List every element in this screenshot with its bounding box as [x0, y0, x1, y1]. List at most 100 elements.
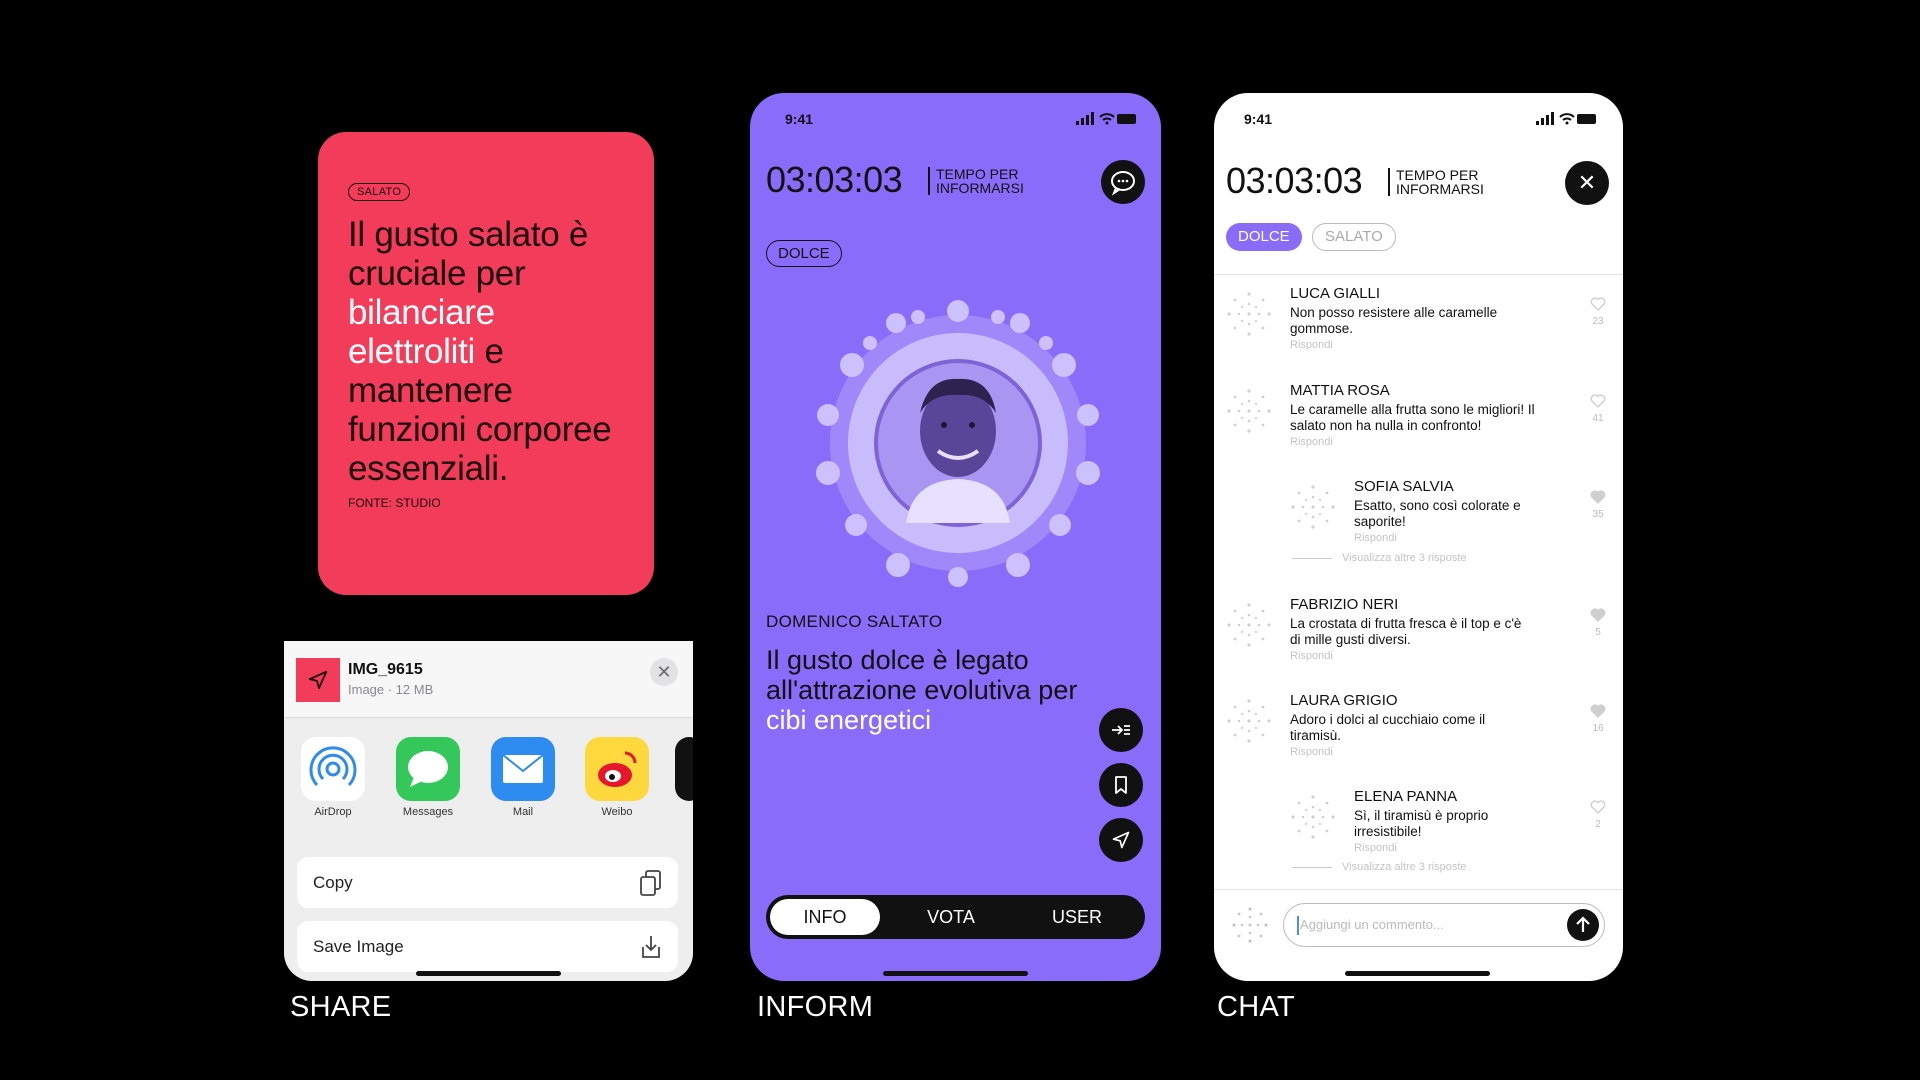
share-apps-row: AirDrop Messages Mail Weibo	[284, 737, 693, 818]
more-replies-link[interactable]: Visualizza altre 3 risposte	[1292, 552, 1467, 564]
share-app-mail[interactable]: Mail	[488, 737, 558, 818]
user-avatar	[1232, 907, 1268, 943]
like-button[interactable]: 35	[1589, 490, 1607, 520]
share-app-messages[interactable]: Messages	[393, 737, 463, 818]
input-divider	[1214, 889, 1623, 890]
tab-user[interactable]: USER	[1022, 895, 1132, 939]
commenter-avatar	[1224, 696, 1274, 746]
file-thumbnail	[296, 658, 340, 702]
share-sheet-header: IMG_9615 Image · 12 MB ✕	[284, 641, 693, 718]
commenter-avatar	[1224, 386, 1274, 436]
like-button[interactable]: 5	[1589, 608, 1607, 638]
like-button[interactable]: 16	[1589, 704, 1607, 734]
share-caption: SHARE	[290, 991, 392, 1023]
copy-action[interactable]: Copy	[297, 857, 678, 908]
comment-text: Esatto, sono così colorate e saporite!	[1354, 498, 1521, 529]
comment-input-box[interactable]	[1283, 903, 1605, 947]
expand-button[interactable]	[1099, 708, 1143, 752]
inform-phone: 9:41 03:03:03 TEMPO PERINFORMARSI DOLCE	[750, 93, 1161, 981]
file-name: IMG_9615	[348, 661, 423, 678]
speaker-statement: Il gusto dolce è legato all'attrazione e…	[766, 645, 1078, 735]
expand-list-icon	[1112, 725, 1130, 735]
send-icon	[1112, 831, 1130, 849]
close-icon[interactable]: ✕	[650, 658, 678, 686]
filter-divider	[1214, 274, 1623, 275]
share-app-weibo[interactable]: Weibo	[582, 737, 652, 818]
reply-link[interactable]: Rispondi	[1354, 532, 1397, 544]
mail-icon	[491, 737, 555, 801]
like-button[interactable]: 2	[1589, 800, 1607, 830]
send-icon	[308, 670, 328, 690]
like-count: 35	[1592, 509, 1604, 520]
heart-icon	[1590, 297, 1606, 311]
heart-icon	[1590, 704, 1606, 718]
comment-text: Non posso resistere alle caramelle gommos…	[1290, 305, 1498, 336]
messages-icon	[396, 737, 460, 801]
reply-link[interactable]: Rispondi	[1290, 746, 1333, 758]
commenter-name: ELENA PANNA	[1354, 788, 1458, 805]
chat-bubble-icon	[1111, 171, 1135, 196]
like-count: 41	[1592, 413, 1604, 424]
chat-caption: CHAT	[1217, 991, 1295, 1023]
commenter-name: MATTIA ROSA	[1290, 382, 1390, 399]
commenter-name: FABRIZIO NERI	[1290, 596, 1399, 613]
save-icon	[638, 933, 664, 966]
inform-caption: INFORM	[757, 991, 874, 1023]
heart-icon	[1590, 800, 1606, 814]
like-count: 5	[1595, 627, 1601, 638]
home-indicator	[416, 971, 561, 976]
commenter-avatar	[1288, 792, 1338, 842]
share-sheet: IMG_9615 Image · 12 MB ✕ AirDrop Message…	[284, 641, 693, 981]
share-button[interactable]	[1099, 818, 1143, 862]
filter-dolce[interactable]: DOLCE	[1226, 223, 1302, 251]
category-tag: DOLCE	[766, 240, 842, 267]
share-app-airdrop[interactable]: AirDrop	[298, 737, 368, 818]
speaker-name: DOMENICO SALTATO	[766, 612, 943, 631]
airdrop-icon	[301, 737, 365, 801]
like-button[interactable]: 41	[1589, 394, 1607, 424]
countdown-timer: 03:03:03	[766, 159, 903, 200]
heart-icon	[1590, 608, 1606, 622]
comment-text: La crostata di frutta fresca è il top e …	[1290, 616, 1522, 647]
status-time: 9:41	[1244, 111, 1273, 127]
category-tag: SALATO	[348, 183, 411, 201]
like-button[interactable]: 23	[1589, 297, 1607, 327]
arrow-up-icon	[1576, 916, 1590, 932]
more-replies-link[interactable]: Visualizza altre 3 risposte	[1292, 861, 1467, 873]
bookmark-button[interactable]	[1099, 763, 1143, 807]
chat-phone: 9:41 03:03:03 TEMPO PER INFORMARSI ✕ DOLC…	[1214, 93, 1623, 981]
commenter-name: SOFIA SALVIA	[1354, 478, 1454, 495]
send-button[interactable]	[1567, 909, 1599, 941]
tab-info[interactable]: INFO	[770, 899, 880, 935]
filter-salato[interactable]: SALATO	[1312, 223, 1396, 251]
reply-link[interactable]: Rispondi	[1290, 339, 1333, 351]
countdown-timer: 03:03:03	[1226, 160, 1363, 201]
commenter-name: LUCA GIALLI	[1290, 285, 1381, 302]
quote-source: FONTE: STUDIO	[348, 496, 441, 510]
home-indicator	[883, 971, 1028, 976]
comment-input[interactable]	[1298, 916, 1552, 933]
status-icons	[1076, 112, 1136, 125]
heart-icon	[1590, 394, 1606, 408]
close-button[interactable]: ✕	[1565, 161, 1609, 205]
comment-text: Sì, il tiramisù è proprio irresistibile!	[1354, 808, 1489, 839]
quote-card: SALATO Il gusto salato è cruciale per bi…	[318, 132, 654, 595]
comment-text: Adoro i dolci al cucchiaio come il tirami…	[1290, 712, 1486, 743]
tab-vota[interactable]: VOTA	[896, 895, 1006, 939]
chat-button[interactable]	[1101, 160, 1145, 204]
heart-icon	[1590, 490, 1606, 504]
quote-text: Il gusto salato è cruciale per bilanciar…	[348, 215, 612, 488]
close-icon: ✕	[1577, 170, 1597, 195]
commenter-avatar	[1224, 600, 1274, 650]
bottom-tabs: INFO VOTA USER	[766, 895, 1145, 939]
home-indicator	[1345, 971, 1490, 976]
save-image-action[interactable]: Save Image	[297, 921, 678, 972]
share-app-next[interactable]	[674, 737, 693, 801]
reply-link[interactable]: Rispondi	[1354, 842, 1397, 854]
like-count: 23	[1592, 316, 1604, 327]
reply-link[interactable]: Rispondi	[1290, 650, 1333, 662]
reply-link[interactable]: Rispondi	[1290, 436, 1333, 448]
bookmark-icon	[1115, 776, 1127, 794]
like-count: 16	[1592, 723, 1604, 734]
status-icons	[1536, 112, 1596, 125]
